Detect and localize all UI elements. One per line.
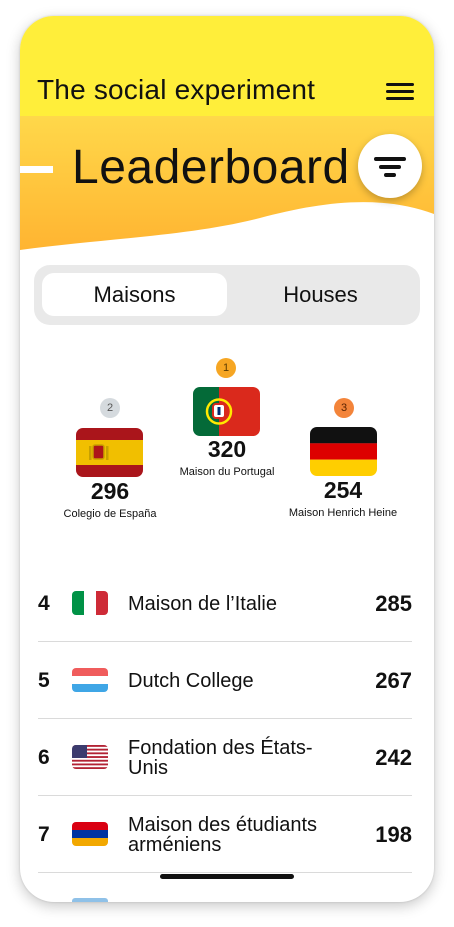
list-item[interactable]: 4 Maison de l’Italie 285 <box>38 565 412 642</box>
rank-badge-gold: 1 <box>216 358 236 378</box>
hamburger-menu-icon[interactable] <box>382 80 418 104</box>
portugal-flag-icon <box>193 387 260 436</box>
tab-houses[interactable]: Houses <box>228 273 413 316</box>
row-divider <box>38 872 412 873</box>
rank-badge-silver: 2 <box>100 398 120 418</box>
podium-second-name: Colegio de España <box>63 508 157 520</box>
armenia-flag-icon <box>72 822 108 846</box>
podium-second-score: 296 <box>90 478 130 504</box>
row-name: Fondation des États-Unis <box>128 736 313 779</box>
germany-flag-icon <box>310 427 377 476</box>
podium-first-name: Maison du Portugal <box>179 466 275 478</box>
app-title: The social experiment <box>37 74 316 105</box>
row-score: 198 <box>375 821 412 847</box>
home-indicator[interactable] <box>160 874 294 879</box>
usa-flag-icon <box>72 745 108 769</box>
row-rank: 5 <box>38 668 50 692</box>
phone-frame: The social experiment Leaderboard Maison… <box>20 16 434 902</box>
list-item[interactable]: 5 Dutch College 267 <box>38 642 412 719</box>
rank-badge-bronze: 3 <box>334 398 354 418</box>
page-title: Leaderboard <box>72 141 350 194</box>
row-name: Maison des étudiants arméniens <box>128 813 318 856</box>
row-name: Maison de l’Italie <box>128 592 277 615</box>
italy-flag-icon <box>72 591 108 615</box>
netherlands-flag-icon <box>72 668 108 692</box>
row-rank: 7 <box>38 822 50 846</box>
row-name: Dutch College <box>128 669 254 692</box>
podium-third-score: 254 <box>323 477 363 503</box>
next-row-flag-peek <box>72 898 108 902</box>
filter-icon <box>374 157 406 161</box>
top-app-bar: The social experiment <box>20 16 434 120</box>
list-item[interactable]: 6 Fondation des États-Unis 242 <box>38 719 412 796</box>
segmented-control: Maisons Houses <box>34 265 420 325</box>
row-rank: 4 <box>38 591 50 615</box>
tab-maisons[interactable]: Maisons <box>42 273 227 316</box>
row-score: 285 <box>375 590 412 616</box>
list-item[interactable]: 7 Maison des étudiants arméniens 198 <box>38 796 412 873</box>
banner-accent-line <box>20 166 53 173</box>
spain-flag-icon <box>76 428 143 477</box>
filter-button[interactable] <box>358 134 422 198</box>
row-score: 267 <box>375 667 412 693</box>
row-rank: 6 <box>38 745 50 769</box>
podium-third-name: Maison Henrich Heine <box>288 507 398 519</box>
podium-first-score: 320 <box>207 436 247 462</box>
row-score: 242 <box>375 744 412 770</box>
